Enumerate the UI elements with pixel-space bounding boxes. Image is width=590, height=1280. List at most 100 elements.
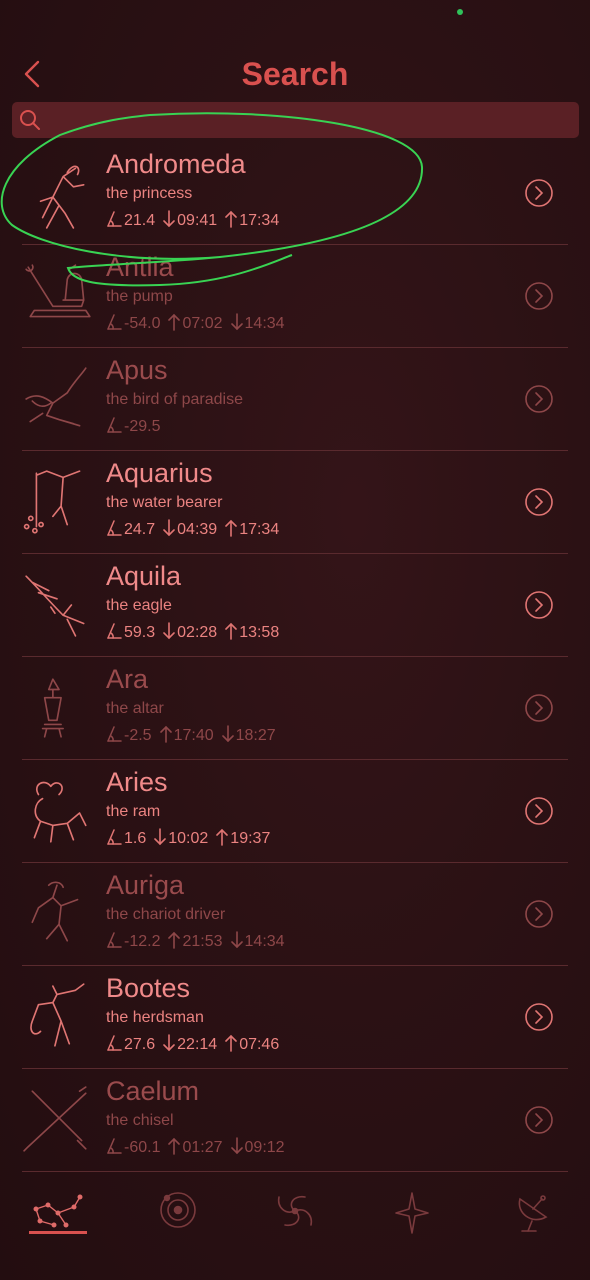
constellation-subtitle: the pump: [106, 288, 173, 305]
list-item[interactable]: Aquarius the water bearer 24.7 04:39 17:34: [22, 451, 568, 554]
page-title: Search: [241, 56, 349, 92]
list-item[interactable]: Caelum the chisel -60.1 01:27 09:12: [22, 1069, 568, 1172]
altitude-value: -60.1: [124, 1139, 161, 1156]
caelum-chisel-icon: [23, 1086, 87, 1152]
constellation-info: -2.5 17:40 18:27: [106, 725, 284, 746]
time-value: 17:40: [173, 727, 214, 744]
status-indicator-dot: [457, 9, 463, 15]
set-arrow-icon: [163, 622, 175, 643]
time-value: 09:41: [177, 212, 218, 229]
ara-altar-icon: [41, 678, 64, 738]
constellation-name: Andromeda: [106, 149, 246, 179]
time-value: 21:53: [182, 933, 223, 950]
time-value: 13:58: [239, 624, 280, 641]
auriga-charioteer-icon: [31, 881, 79, 942]
time-value: 14:34: [244, 315, 285, 332]
satellite-dish-icon[interactable]: [502, 1187, 562, 1237]
altitude-value: 27.6: [124, 1036, 156, 1053]
star-icon[interactable]: [382, 1187, 442, 1237]
set-arrow-icon: [221, 725, 234, 746]
chevron-right-icon[interactable]: [524, 1105, 554, 1135]
list-item[interactable]: Antlia the pump -54.0 07:02 14:34: [22, 245, 568, 348]
time-value: 18:27: [235, 727, 276, 744]
constellation-info: -12.2 21:53 14:34: [106, 931, 293, 952]
constellation-icon[interactable]: [28, 1187, 88, 1237]
antlia-pump-icon: [25, 264, 91, 318]
time-value: 07:46: [239, 1036, 280, 1053]
constellation-name: Antlia: [106, 252, 174, 282]
altitude-value: 1.6: [124, 830, 147, 847]
constellation-info: -54.0 07:02 14:34: [106, 313, 293, 334]
aquila-eagle-icon: [25, 575, 85, 637]
constellation-subtitle: the water bearer: [106, 494, 223, 511]
aquarius-water-bearer-icon: [23, 470, 81, 534]
altitude-icon: [107, 314, 122, 330]
constellation-subtitle: the ram: [106, 803, 161, 820]
constellation-info: 59.3 02:28 13:58: [106, 622, 287, 643]
constellation-name: Caelum: [106, 1076, 200, 1106]
constellation-subtitle: the chariot driver: [106, 906, 226, 923]
constellation-subtitle: the princess: [106, 185, 193, 202]
galaxy-icon[interactable]: [265, 1187, 325, 1237]
constellation-name: Aquarius: [106, 458, 213, 488]
andromeda-figure-icon: [39, 165, 85, 229]
list-item[interactable]: Bootes the herdsman 27.6 22:14 07:46: [22, 966, 568, 1069]
list-item[interactable]: Ara the altar -2.5 17:40 18:27: [22, 657, 568, 760]
altitude-value: -54.0: [124, 315, 161, 332]
altitude-value: -12.2: [124, 933, 161, 950]
header: Search: [0, 52, 590, 100]
time-value: 19:37: [230, 830, 271, 847]
list-item[interactable]: Aries the ram 1.6 10:02 19:37: [22, 760, 568, 863]
chevron-right-icon[interactable]: [524, 281, 554, 311]
chevron-right-icon[interactable]: [524, 1002, 554, 1032]
list-item[interactable]: Aquila the eagle 59.3 02:28 13:58: [22, 554, 568, 657]
rise-arrow-icon: [225, 519, 237, 540]
constellation-info: 24.7 04:39 17:34: [106, 519, 287, 540]
rise-arrow-icon: [225, 622, 237, 643]
chevron-right-icon[interactable]: [524, 693, 554, 723]
search-icon: [20, 110, 40, 130]
chevron-right-icon[interactable]: [524, 796, 554, 826]
time-value: 22:14: [177, 1036, 218, 1053]
time-value: 17:34: [239, 212, 280, 229]
list-item[interactable]: Auriga the chariot driver -12.2 21:53 14:34: [22, 863, 568, 966]
altitude-icon: [107, 829, 122, 845]
constellation-subtitle: the chisel: [106, 1112, 174, 1129]
rise-arrow-icon: [216, 828, 229, 849]
time-value: 14:34: [244, 933, 285, 950]
altitude-icon: [107, 726, 122, 742]
search-input[interactable]: [52, 102, 576, 140]
aries-ram-icon: [33, 781, 87, 843]
constellation-info: -29.5: [106, 416, 168, 437]
time-value: 09:12: [244, 1139, 285, 1156]
constellation-list: Andromeda the princess 21.4 09:41 17:34 Antli…: [0, 142, 590, 1172]
altitude-icon: [107, 1138, 122, 1154]
time-value: 07:02: [182, 315, 223, 332]
chevron-right-icon[interactable]: [524, 487, 554, 517]
constellation-name: Apus: [106, 355, 168, 385]
time-value: 02:28: [177, 624, 218, 641]
set-arrow-icon: [230, 313, 243, 334]
constellation-info: -60.1 01:27 09:12: [106, 1137, 293, 1158]
list-item[interactable]: Apus the bird of paradise -29.5: [22, 348, 568, 451]
constellation-info: 27.6 22:14 07:46: [106, 1034, 287, 1055]
altitude-value: 24.7: [124, 521, 156, 538]
altitude-icon: [107, 417, 122, 433]
chevron-right-icon[interactable]: [524, 899, 554, 929]
chevron-right-icon[interactable]: [524, 178, 554, 208]
list-item[interactable]: Andromeda the princess 21.4 09:41 17:34: [22, 142, 568, 245]
altitude-icon: [107, 211, 122, 227]
planet-orbit-icon[interactable]: [148, 1187, 208, 1237]
constellation-name: Auriga: [106, 870, 185, 900]
altitude-value: -29.5: [124, 418, 161, 435]
constellation-subtitle: the eagle: [106, 597, 172, 614]
rise-arrow-icon: [159, 725, 172, 746]
constellation-info: 1.6 10:02 19:37: [106, 828, 278, 849]
rise-arrow-icon: [168, 931, 181, 952]
chevron-right-icon[interactable]: [524, 590, 554, 620]
chevron-right-icon[interactable]: [524, 384, 554, 414]
search-bar[interactable]: [12, 102, 579, 140]
altitude-icon: [107, 1035, 122, 1051]
set-arrow-icon: [163, 210, 175, 231]
altitude-value: 59.3: [124, 624, 156, 641]
